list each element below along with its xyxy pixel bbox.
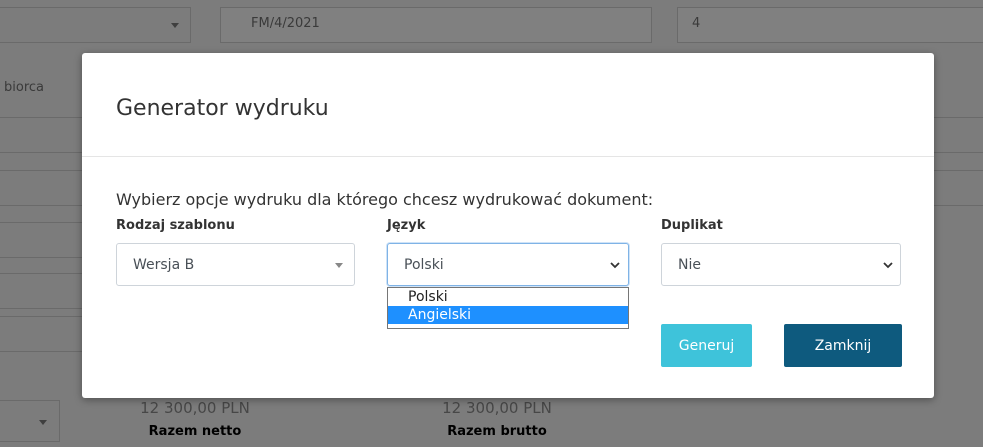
modal-intro-text: Wybierz opcje wydruku dla którego chcesz… [116, 190, 654, 209]
bg-right-field-value: 4 [692, 16, 701, 31]
chevron-down-icon [335, 263, 343, 268]
language-option-angielski[interactable]: Angielski [388, 306, 628, 324]
bg-left-field-5[interactable] [0, 316, 88, 352]
duplicate-select-value: Nie [678, 256, 701, 273]
template-label: Rodzaj szablonu [116, 218, 235, 233]
bg-select-top-left[interactable] [0, 7, 191, 43]
bg-left-field-2[interactable] [0, 170, 88, 206]
duplicate-label: Duplikat [661, 218, 723, 233]
template-select[interactable]: Wersja B [116, 243, 355, 286]
language-select-value: Polski [404, 256, 444, 273]
bg-side-label: biorca [4, 80, 44, 95]
bg-left-field-3[interactable] [0, 222, 88, 258]
modal-title: Generator wydruku [116, 96, 329, 121]
bg-right-field-1[interactable] [930, 117, 983, 153]
bg-total-net-label: Razem netto [148, 424, 242, 439]
generate-button[interactable]: Generuj [661, 324, 752, 367]
chevron-down-icon [882, 259, 894, 271]
language-dropdown-list: Polski Angielski [387, 287, 629, 329]
bg-total-net: 12 300,00 PLN [140, 399, 250, 417]
bg-left-field-1[interactable] [0, 117, 88, 153]
bg-total-gross: 12 300,00 PLN [442, 399, 552, 417]
chevron-down-icon [39, 420, 47, 425]
bg-total-gross-label: Razem brutto [447, 424, 547, 439]
bg-invoice-number: FM/4/2021 [251, 16, 320, 31]
bg-bottom-select[interactable] [0, 400, 60, 442]
bg-left-field-4[interactable] [0, 273, 88, 309]
close-button[interactable]: Zamknij [784, 324, 902, 367]
bg-invoice-number-field[interactable]: FM/4/2021 [220, 7, 652, 43]
chevron-down-icon [171, 23, 179, 28]
template-select-value: Wersja B [133, 256, 195, 273]
bg-right-field[interactable]: 4 [677, 7, 983, 43]
bg-right-field-2[interactable] [930, 170, 983, 206]
language-option-polski[interactable]: Polski [388, 288, 628, 306]
chevron-down-icon [609, 259, 621, 271]
duplicate-select[interactable]: Nie [661, 243, 901, 286]
language-select[interactable]: Polski [387, 243, 629, 286]
print-generator-modal: Generator wydruku Wybierz opcje wydruku … [82, 53, 934, 398]
language-label: Język [387, 218, 426, 233]
modal-divider [82, 156, 934, 157]
